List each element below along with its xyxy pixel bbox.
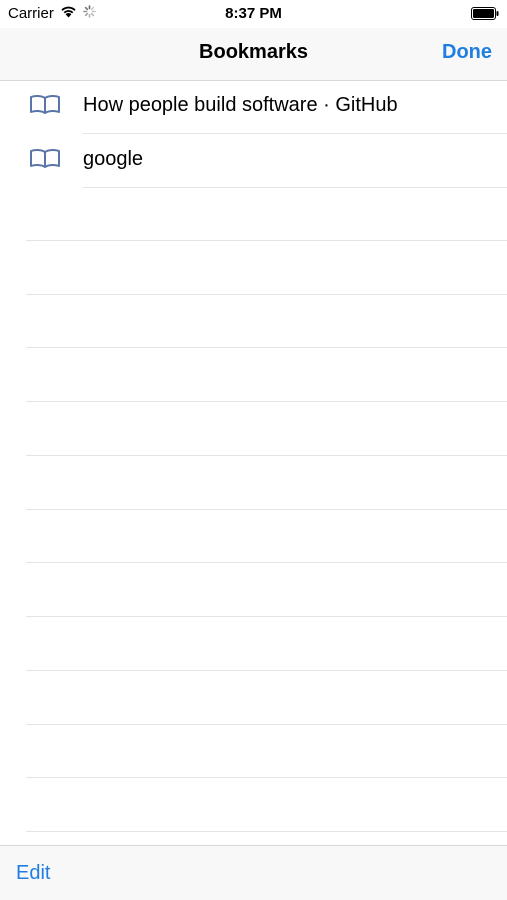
empty-separator: [26, 455, 507, 456]
done-button[interactable]: Done: [442, 41, 492, 64]
edit-button[interactable]: Edit: [16, 862, 50, 885]
status-bar: Carrier 8:37 PM: [0, 0, 507, 28]
row-separator: [83, 187, 507, 188]
empty-separator: [26, 670, 507, 671]
empty-separator: [26, 294, 507, 295]
empty-separator: [26, 562, 507, 563]
bookmark-row[interactable]: How people build software · GitHub: [0, 80, 507, 134]
empty-separator: [26, 724, 507, 725]
bookmark-list: How people build software · GitHub googl…: [0, 80, 507, 188]
bookmark-row[interactable]: google: [0, 134, 507, 188]
bookmark-title: How people build software · GitHub: [83, 94, 398, 116]
empty-separator: [26, 240, 507, 241]
empty-separator: [26, 509, 507, 510]
navigation-bar: Bookmarks Done: [0, 28, 507, 81]
empty-separator: [26, 347, 507, 348]
empty-separator: [26, 831, 507, 832]
book-icon: [29, 94, 61, 114]
page-title: Bookmarks: [199, 41, 308, 63]
empty-separator: [26, 401, 507, 402]
bookmark-title: google: [83, 148, 144, 170]
empty-separator: [26, 777, 507, 778]
status-time: 8:37 PM: [225, 5, 282, 22]
empty-separator: [26, 616, 507, 617]
book-icon: [29, 148, 61, 168]
bottom-toolbar: Edit: [0, 845, 507, 900]
battery-icon: [471, 7, 499, 20]
